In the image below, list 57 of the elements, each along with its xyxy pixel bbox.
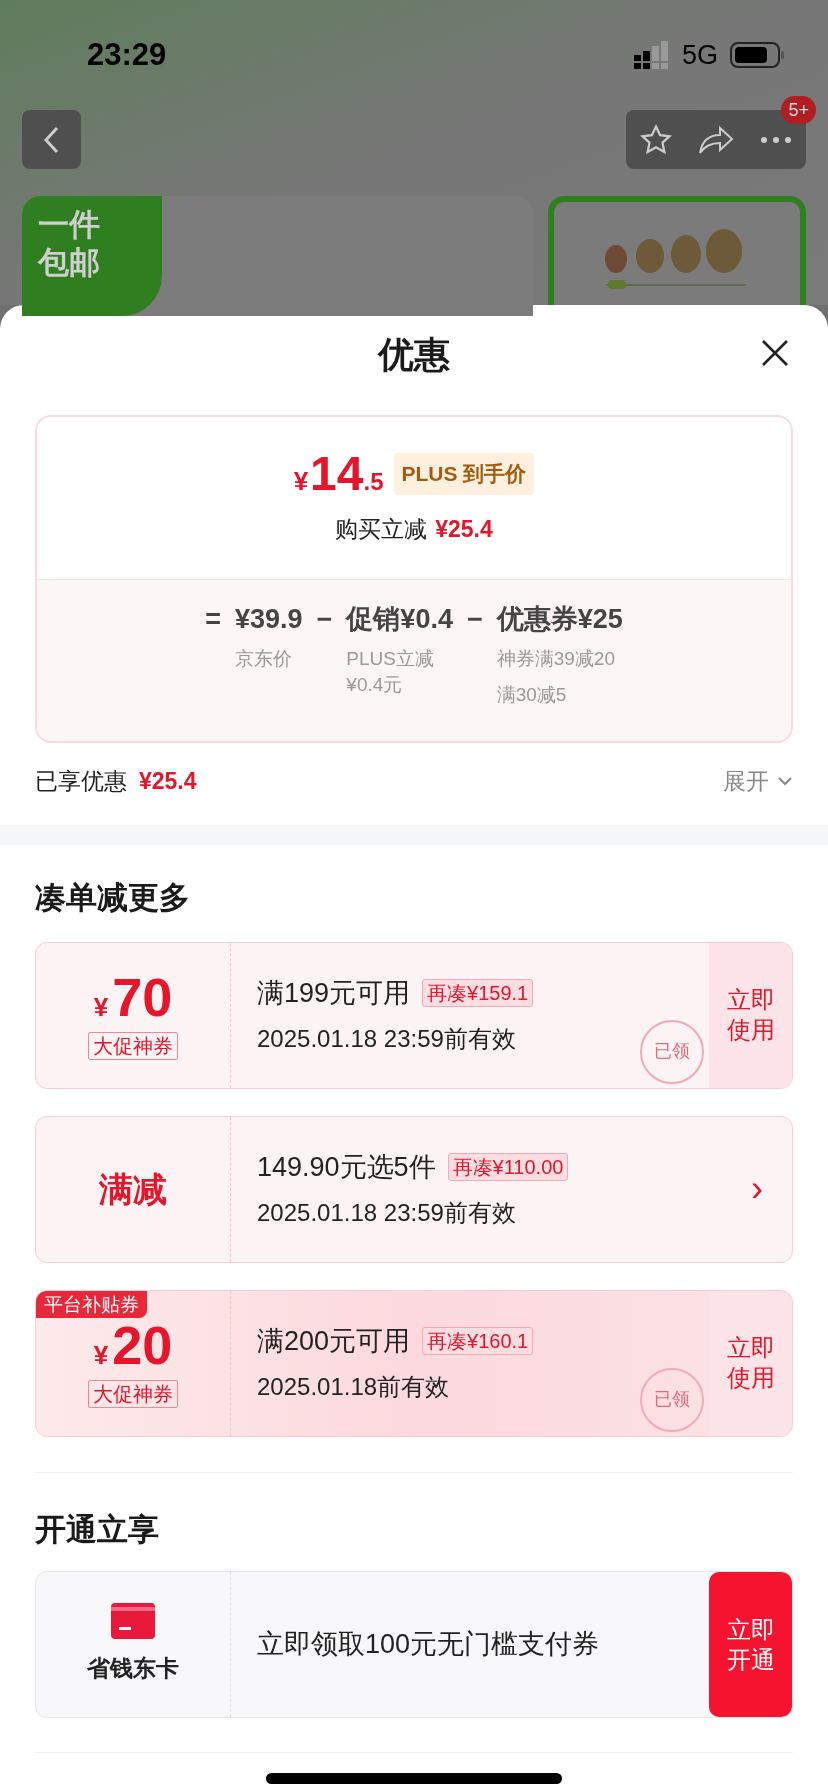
notification-badge: 5+ [781,96,816,124]
coupon-card[interactable]: 平台补贴券 ¥20 大促神券 满200元可用 再凑¥160.1 2025.01.18前有效 已领 立即 使用 [35,1289,793,1437]
chevron-down-icon [777,776,793,786]
battery-icon [730,41,786,69]
enjoyed-value: ¥25.4 [139,766,197,796]
shortfall-tag: 再凑¥159.1 [422,979,534,1007]
shortfall-tag: 再凑¥110.00 [447,1153,569,1181]
coupon-card[interactable]: ¥70 大促神券 满199元可用 再凑¥159.1 2025.01.18 23:59前有效 已领 立即 使用 [35,941,793,1089]
card-icon [111,1603,155,1640]
section-heading: 开通立享 [35,1510,160,1549]
plus-price-tag: PLUS 到手价 [393,453,535,495]
expand-toggle[interactable]: 展开 [723,763,793,799]
claimed-stamp: 已领 [640,1019,704,1084]
promo-label: 满减 [99,1168,167,1210]
operator-sign: − [316,603,333,636]
coupon-tag: 大促神券 [88,1032,178,1060]
coupon-condition: 满200元可用 [257,1324,411,1358]
corner-tag: 平台补贴券 [36,1290,147,1318]
section-heading: 凑单减更多 [35,879,191,917]
coupon-amount: ¥70 [93,970,173,1024]
free-shipping-banner: 一件 包邮 [22,196,162,316]
coupon-amount: ¥20 [93,1318,173,1372]
use-now-button[interactable]: 立即 使用 [709,1290,792,1436]
use-now-button[interactable]: 立即 使用 [709,942,792,1088]
network-label: 5G [681,38,718,72]
reduce-label: 购买立减 [335,514,428,544]
validity-text: 2025.01.18 23:59前有效 [257,1024,516,1055]
breakdown-note: 京东价 [235,647,293,671]
validity-text: 2025.01.18前有效 [257,1372,450,1403]
offer-name: 省钱东卡 [87,1654,179,1684]
chevron-button[interactable]: › [722,1116,792,1262]
breakdown-note: 神券满39减20 [496,647,616,671]
shortfall-tag: 再凑¥160.1 [422,1327,534,1355]
coupon-tag: 大促神券 [88,1380,178,1408]
operator-sign: = [205,603,221,636]
coupon-condition: 满199元可用 [257,976,411,1010]
status-time: 23:29 [87,35,167,74]
breakdown-note: 满30减5 [496,683,568,707]
sheet-title: 优惠 [378,333,450,377]
validity-text: 2025.01.18 23:59前有效 [257,1198,516,1229]
final-price: ¥14.5 [293,449,384,498]
claimed-stamp: 已领 [640,1367,704,1432]
breakdown-value: 优惠券¥25 [496,603,623,636]
coupon-condition: 149.90元选5件 [257,1150,436,1184]
breakdown-note: PLUS立减 ¥0.4元 [346,647,435,697]
signal-icon [633,41,670,69]
offer-card[interactable]: 省钱东卡 立即领取100元无门槛支付券 立即 开通 [35,1571,793,1718]
enjoyed-label: 已享优惠 [35,766,127,796]
breakdown-value: ¥39.9 [235,603,303,636]
operator-sign: − [466,603,483,636]
back-button[interactable] [22,110,81,169]
coupon-card[interactable]: 满减 149.90元选5件 再凑¥110.00 2025.01.18 23:59前有效 › [35,1115,793,1263]
activate-button[interactable]: 立即 开通 [709,1572,792,1717]
close-icon[interactable] [760,338,790,368]
reduce-value: ¥25.4 [435,514,493,544]
offer-text: 立即领取100元无门槛支付券 [257,1628,600,1662]
breakdown-value: 促销¥0.4 [346,603,453,636]
